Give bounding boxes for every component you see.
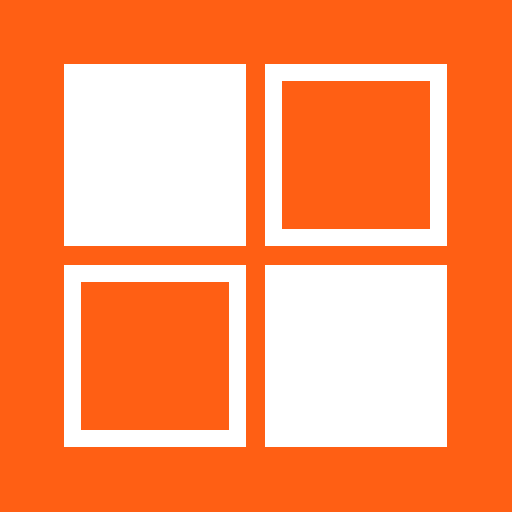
tile-bottom-left <box>64 265 246 447</box>
tile-bottom-right <box>265 265 447 447</box>
grid-icon <box>0 0 512 512</box>
tile-top-left <box>64 64 246 246</box>
tile-top-right <box>265 64 447 246</box>
